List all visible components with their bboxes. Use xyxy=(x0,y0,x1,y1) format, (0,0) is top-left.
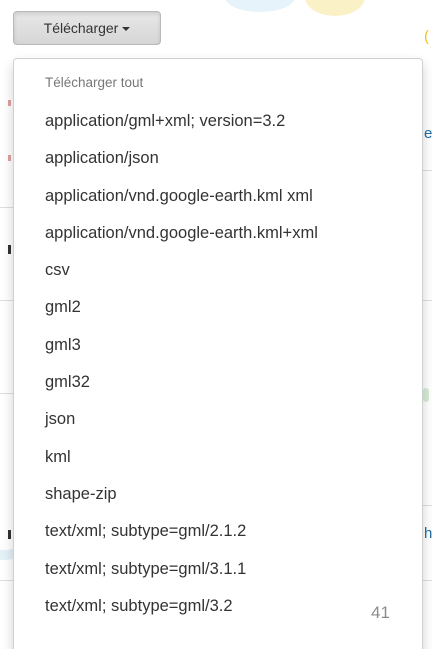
background-text-fragment xyxy=(8,530,11,539)
background-link-fragment: h xyxy=(424,525,432,542)
background-divider xyxy=(0,580,14,581)
page-number: 41 xyxy=(371,603,390,622)
download-dropdown-button[interactable]: Télécharger xyxy=(13,11,161,45)
menu-item-kml[interactable]: kml xyxy=(14,439,422,476)
background-decoration-yellow xyxy=(305,0,365,16)
download-format-menu: Télécharger tout application/gml+xml; ve… xyxy=(13,58,423,649)
background-decoration-green xyxy=(423,388,429,402)
menu-item-text-xml-gml-2-1-2[interactable]: text/xml; subtype=gml/2.1.2 xyxy=(14,513,422,550)
menu-item-json[interactable]: json xyxy=(14,401,422,438)
menu-item-gml3[interactable]: gml3 xyxy=(14,327,422,364)
background-divider xyxy=(423,580,432,581)
background-link-fragment: e xyxy=(424,125,432,142)
background-decoration-blue xyxy=(225,0,295,12)
background-text-fragment xyxy=(8,155,11,161)
background-divider xyxy=(0,393,14,394)
background-divider xyxy=(423,170,432,171)
background-text-fragment xyxy=(8,245,11,254)
menu-item-shape-zip[interactable]: shape-zip xyxy=(14,476,422,513)
menu-item-csv[interactable]: csv xyxy=(14,252,422,289)
caret-down-icon xyxy=(122,27,131,31)
background-divider xyxy=(0,207,14,208)
page: e h ( Télécharger Télécharger tout appli… xyxy=(0,0,432,649)
background-text-fragment xyxy=(8,100,11,106)
background-divider xyxy=(0,300,14,301)
menu-item-text-xml-gml-3-2[interactable]: text/xml; subtype=gml/3.2 xyxy=(14,588,422,625)
menu-header: Télécharger tout xyxy=(45,75,144,90)
menu-item-application-json[interactable]: application/json xyxy=(14,140,422,177)
background-text-fragment: ( xyxy=(424,28,429,45)
menu-item-gml2[interactable]: gml2 xyxy=(14,289,422,326)
menu-item-gml32[interactable]: gml32 xyxy=(14,364,422,401)
background-divider xyxy=(423,505,432,506)
menu-item-kml-xml[interactable]: application/vnd.google-earth.kml xml xyxy=(14,178,422,215)
format-list: application/gml+xml; version=3.2 applica… xyxy=(14,103,422,625)
menu-item-gml-xml-3-2[interactable]: application/gml+xml; version=3.2 xyxy=(14,103,422,140)
background-divider xyxy=(423,300,432,301)
download-button-label: Télécharger xyxy=(43,20,119,36)
menu-item-kml-plus-xml[interactable]: application/vnd.google-earth.kml+xml xyxy=(14,215,422,252)
menu-item-text-xml-gml-3-1-1[interactable]: text/xml; subtype=gml/3.1.1 xyxy=(14,551,422,588)
